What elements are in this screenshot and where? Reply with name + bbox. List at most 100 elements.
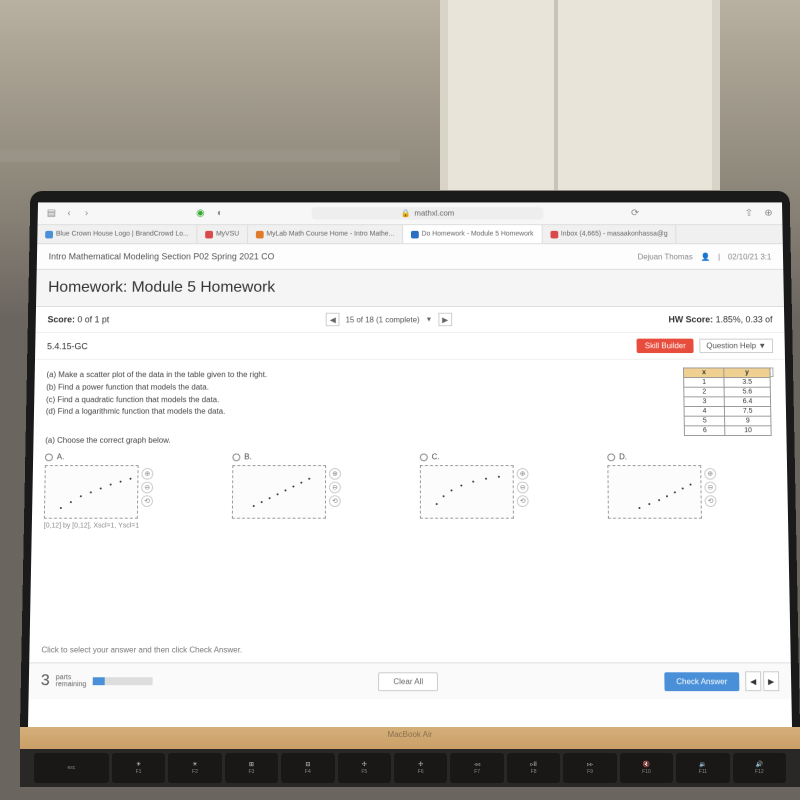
radio-button[interactable]: [45, 453, 53, 461]
refresh-icon[interactable]: ⟳: [629, 208, 641, 219]
option-label[interactable]: C.: [420, 453, 588, 462]
footer-hint: Click to select your answer and then cli…: [29, 638, 791, 663]
choose-prompt: (a) Choose the correct graph below.: [45, 436, 775, 445]
pager-text[interactable]: 15 of 18 (1 complete): [346, 315, 420, 324]
question-part-d: (d) Find a logarithmic function that mod…: [46, 406, 447, 418]
hw-score-label: HW Score:: [668, 315, 713, 325]
option-label[interactable]: A.: [45, 453, 213, 462]
wall-trim: [0, 150, 400, 162]
sidebar-icon[interactable]: ▤: [45, 208, 57, 219]
check-answer-button[interactable]: Check Answer: [664, 672, 739, 691]
radio-button[interactable]: [420, 453, 428, 461]
zoom-in-icon[interactable]: ⊕: [141, 468, 153, 480]
reset-icon[interactable]: ⟲: [705, 495, 717, 507]
key-f1: ☀F1: [112, 753, 165, 783]
browser-tab[interactable]: Inbox (4,665) - masaakonhassa@g: [542, 225, 676, 243]
clear-all-button[interactable]: Clear All: [378, 672, 438, 691]
scatter-plot[interactable]: ⊕⊖⟲: [44, 465, 139, 519]
zoom-out-icon[interactable]: ⊖: [141, 482, 153, 494]
skill-builder-button[interactable]: Skill Builder: [637, 339, 694, 353]
option-label[interactable]: D.: [607, 453, 775, 462]
homework-title: Homework: Module 5 Homework: [36, 270, 784, 307]
question-part-b: (b) Find a power function that models th…: [46, 382, 446, 394]
key-f11: 🔉F11: [676, 753, 729, 783]
course-header: Intro Mathematical Modeling Section P02 …: [37, 244, 784, 270]
chevron-down-icon[interactable]: ▼: [426, 316, 433, 323]
score-row: Score: 0 of 1 pt ◀ 15 of 18 (1 complete)…: [36, 307, 785, 333]
question-id-row: 5.4.15-GC Skill Builder Question Help ▼: [35, 333, 785, 360]
address-bar[interactable]: 🔒 mathxl.com: [311, 207, 543, 219]
browser-toolbar: ▤ ‹ › ◉ ◐ 🔒 mathxl.com ⟳ ⇧ ⊕: [38, 202, 783, 225]
question-part-c: (c) Find a quadratic function that model…: [46, 394, 446, 406]
key-f5: ✢F5: [338, 753, 391, 783]
key-f9: ▹▹F9: [563, 753, 616, 783]
reset-icon[interactable]: ⟲: [517, 495, 529, 507]
share-icon[interactable]: ⇧: [743, 208, 755, 219]
zoom-out-icon[interactable]: ⊖: [329, 482, 341, 494]
zoom-out-icon[interactable]: ⊖: [517, 482, 529, 494]
pager-next[interactable]: ▶: [438, 313, 452, 326]
laptop-model: MacBook Air: [388, 730, 433, 739]
browser-tab[interactable]: MyVSU: [197, 225, 248, 243]
reset-icon[interactable]: ⟲: [141, 495, 153, 507]
scatter-plot[interactable]: ⊕⊖⟲: [420, 465, 514, 519]
key-f8: ▹IIF8: [507, 753, 560, 783]
parts-label: parts remaining: [56, 674, 87, 688]
graph-caption: [0,12] by [0,12], Xscl=1, Yscl=1: [44, 523, 212, 530]
scatter-plot[interactable]: ⊕⊖⟲: [232, 465, 326, 519]
zoom-in-icon[interactable]: ⊕: [704, 468, 716, 480]
radio-button[interactable]: [232, 453, 240, 461]
radio-button[interactable]: [607, 453, 615, 461]
footer-prev[interactable]: ◀: [745, 671, 761, 691]
browser-tab[interactable]: Blue Crown House Logo | BrandCrowd Lo...: [37, 225, 197, 243]
key-f3: ⊞F3: [225, 753, 278, 783]
reset-icon[interactable]: ⟲: [329, 495, 341, 507]
question-part-a: (a) Make a scatter plot of the data in t…: [46, 369, 446, 381]
datetime: 02/10/21 3:1: [728, 252, 772, 261]
option-A: A.⊕⊖⟲[0,12] by [0,12], Xscl=1, Yscl=1: [44, 453, 213, 530]
contrast-icon[interactable]: ◐: [214, 208, 226, 219]
progress-bar: [92, 677, 152, 685]
scatter-plot[interactable]: ⊕⊖⟲: [607, 465, 702, 519]
course-title: Intro Mathematical Modeling Section P02 …: [49, 252, 275, 262]
user-name: Dejuan Thomas: [638, 252, 693, 261]
new-tab-icon[interactable]: ⊕: [763, 208, 775, 219]
hw-score-value: 1.85%, 0.33 of: [716, 315, 773, 325]
laptop: ▤ ‹ › ◉ ◐ 🔒 mathxl.com ⟳ ⇧ ⊕: [20, 175, 800, 800]
url-text: mathxl.com: [414, 209, 454, 218]
question-id: 5.4.15-GC: [47, 341, 88, 351]
forward-icon[interactable]: ›: [81, 208, 93, 219]
parts-number: 3: [41, 672, 50, 690]
browser-tab[interactable]: Do Homework - Module 5 Homework: [403, 225, 542, 243]
browser-tab[interactable]: MyLab Math Course Home - Intro Mathe...: [248, 225, 403, 243]
data-table: xy13.525.636.447.559610: [683, 367, 771, 436]
key-f2: ☀F2: [168, 753, 221, 783]
zoom-in-icon[interactable]: ⊕: [517, 468, 529, 480]
zoom-in-icon[interactable]: ⊕: [329, 468, 341, 480]
pager-prev[interactable]: ◀: [326, 313, 340, 326]
option-C: C.⊕⊖⟲: [420, 453, 588, 530]
answer-options: A.⊕⊖⟲[0,12] by [0,12], Xscl=1, Yscl=1B.⊕…: [44, 453, 777, 530]
key-f6: ✢F6: [394, 753, 447, 783]
shield-icon[interactable]: ◉: [195, 208, 207, 219]
question-content: ⇱ (a) Make a scatter plot of the data in…: [32, 360, 789, 540]
user-icon[interactable]: 👤: [700, 252, 710, 261]
question-help-button[interactable]: Question Help ▼: [699, 339, 773, 353]
footer-next[interactable]: ▶: [763, 671, 779, 691]
key-f4: ⊟F4: [281, 753, 334, 783]
laptop-base: MacBook Air esc☀F1☀F2⊞F3⊟F4✢F5✢F6◃◃F7▹II…: [20, 727, 800, 787]
key-f12: 🔊F12: [733, 753, 786, 783]
score-label: Score:: [47, 315, 75, 325]
key-f7: ◃◃F7: [450, 753, 503, 783]
pager: ◀ 15 of 18 (1 complete) ▼ ▶: [326, 313, 452, 326]
option-B: B.⊕⊖⟲: [232, 453, 400, 530]
option-D: D.⊕⊖⟲: [607, 453, 776, 530]
zoom-out-icon[interactable]: ⊖: [704, 482, 716, 494]
key-esc: esc: [34, 753, 109, 783]
footer-bar: 3 parts remaining Clear All Check Answer…: [29, 663, 792, 700]
option-label[interactable]: B.: [232, 453, 400, 462]
background-door: [440, 0, 720, 190]
key-f10: 🔇F10: [620, 753, 673, 783]
back-icon[interactable]: ‹: [63, 208, 75, 219]
lock-icon: 🔒: [401, 209, 411, 218]
